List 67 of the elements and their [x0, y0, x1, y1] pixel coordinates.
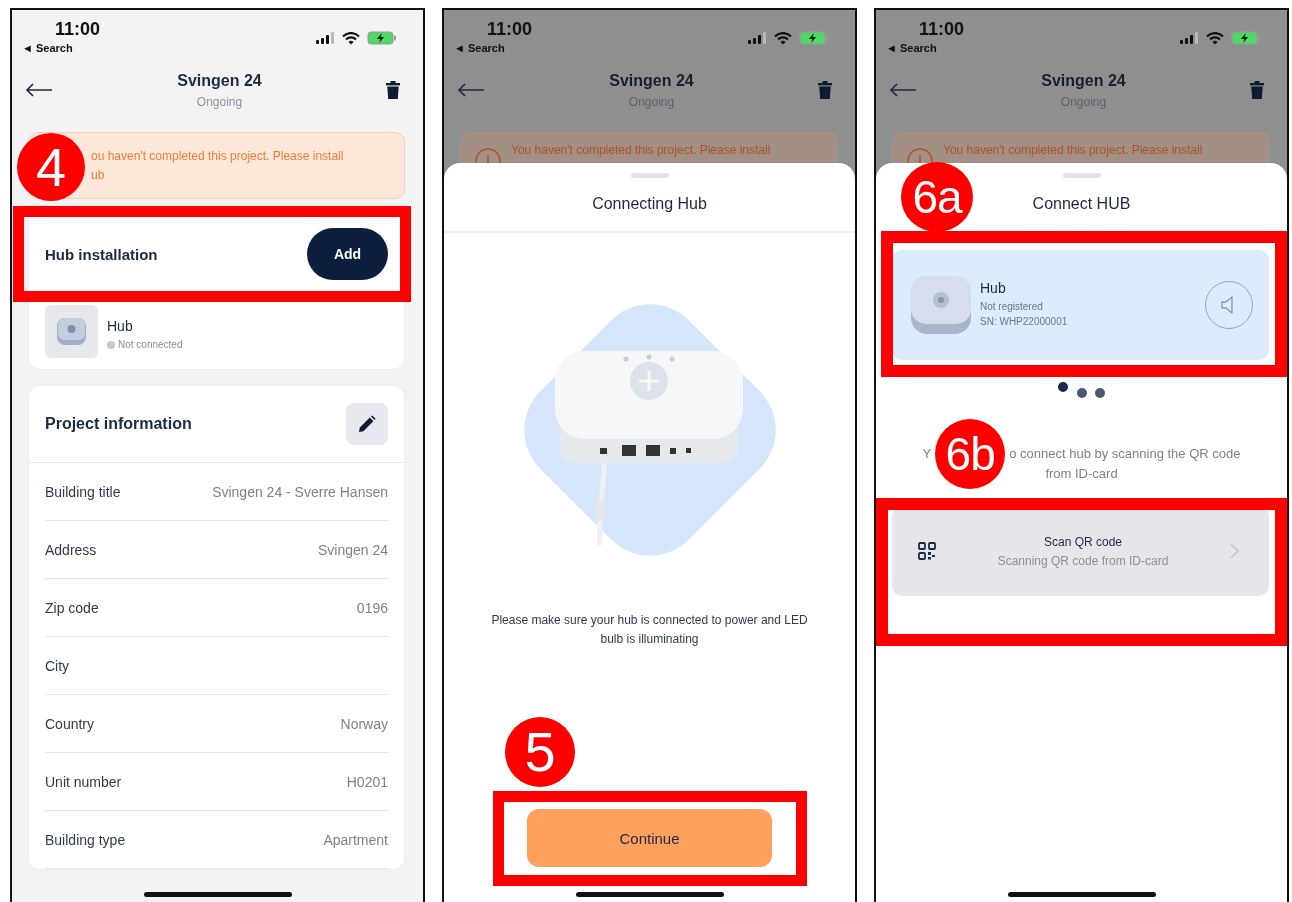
- field-label: Address: [45, 541, 97, 558]
- sheet-title: Connect HUB: [1032, 195, 1131, 212]
- field-value: Svingen 24 - Sverre Hansen: [212, 483, 388, 500]
- sheet-handle[interactable]: [630, 173, 669, 178]
- field-value: Apartment: [323, 831, 388, 848]
- sheet-title: Connecting Hub: [592, 195, 707, 212]
- field-label: Zip code: [45, 599, 99, 616]
- pencil-icon: [358, 415, 376, 433]
- status-time: 11:00: [919, 19, 965, 40]
- field-label: Unit number: [45, 773, 122, 790]
- trash-icon[interactable]: [386, 81, 400, 99]
- device-name: Hub: [980, 279, 1007, 296]
- field-value: H0201: [346, 773, 388, 790]
- field-label: Building title: [45, 483, 121, 500]
- field-label: Country: [45, 715, 95, 732]
- option-subtitle: Scanning QR code from ID-card: [997, 553, 1169, 568]
- chevron-right-icon: [1230, 543, 1239, 559]
- status-time: 11:00: [55, 19, 101, 40]
- screen-title: Svingen 24: [177, 71, 262, 90]
- hint-text: o connect hub by scanning the QR code: [1009, 445, 1241, 463]
- wifi-icon: [342, 31, 360, 45]
- signal-icon: [316, 32, 335, 44]
- back-to-app-link[interactable]: ◄ Search: [22, 42, 101, 54]
- back-arrow-icon[interactable]: [25, 83, 53, 97]
- status-time: 11:00: [487, 19, 533, 40]
- serial-number: SN: WHP22000001: [980, 315, 1069, 327]
- back-to-app-link[interactable]: ◄ Search: [886, 42, 965, 54]
- warning-icon: [475, 147, 501, 163]
- warning-text: You haven't completed this project. Please install: [943, 142, 1203, 158]
- warning-icon: [907, 147, 933, 163]
- wifi-icon: [1206, 31, 1224, 45]
- device-name: Hub: [107, 318, 134, 334]
- step-badge: 6b: [935, 419, 1006, 489]
- hint-text: Y: [922, 445, 932, 463]
- status-subtitle: Ongoing: [196, 94, 243, 109]
- device-card[interactable]: Hub Not registered SN: WHP22000001: [892, 250, 1269, 360]
- field-value: Svingen 24: [317, 541, 388, 558]
- signal-icon: [748, 32, 767, 44]
- step-badge: 4: [17, 133, 85, 201]
- back-to-app-link[interactable]: ◄ Search: [454, 42, 533, 54]
- registration-status: Not registered: [980, 300, 1044, 312]
- signal-icon: [1180, 32, 1199, 44]
- edit-button[interactable]: [346, 403, 388, 445]
- field-label: Building type: [45, 831, 126, 848]
- battery-icon: [799, 31, 829, 45]
- section-title: Hub installation: [45, 245, 158, 263]
- sheet-handle[interactable]: [1062, 173, 1101, 178]
- section-title: Project information: [45, 415, 192, 433]
- field-value: 0196: [356, 599, 388, 616]
- connection-status: Not connected: [118, 339, 183, 350]
- battery-icon: [367, 31, 397, 45]
- loading-dots-icon: [1057, 382, 1106, 398]
- warning-text: You haven't completed this project. Please install: [511, 142, 771, 158]
- screen-title: Svingen 24: [1041, 71, 1126, 90]
- option-title: Scan QR code: [1043, 534, 1122, 549]
- add-button[interactable]: Add: [307, 228, 388, 280]
- field-label: City: [45, 657, 70, 674]
- continue-button[interactable]: Continue: [527, 809, 772, 867]
- screen-title: Svingen 24: [609, 71, 694, 90]
- field-value: Norway: [340, 715, 388, 732]
- warning-text: ub: [91, 167, 106, 184]
- wifi-icon: [774, 31, 792, 45]
- warning-text: ou haven't completed this project. Please install: [91, 148, 345, 165]
- instruction-text: Please make sure your hub is connected to power and LED bulb is illuminating: [490, 612, 809, 648]
- qr-code-icon: [918, 542, 936, 560]
- battery-icon: [1231, 31, 1261, 45]
- hint-text: from ID-card: [1045, 465, 1118, 483]
